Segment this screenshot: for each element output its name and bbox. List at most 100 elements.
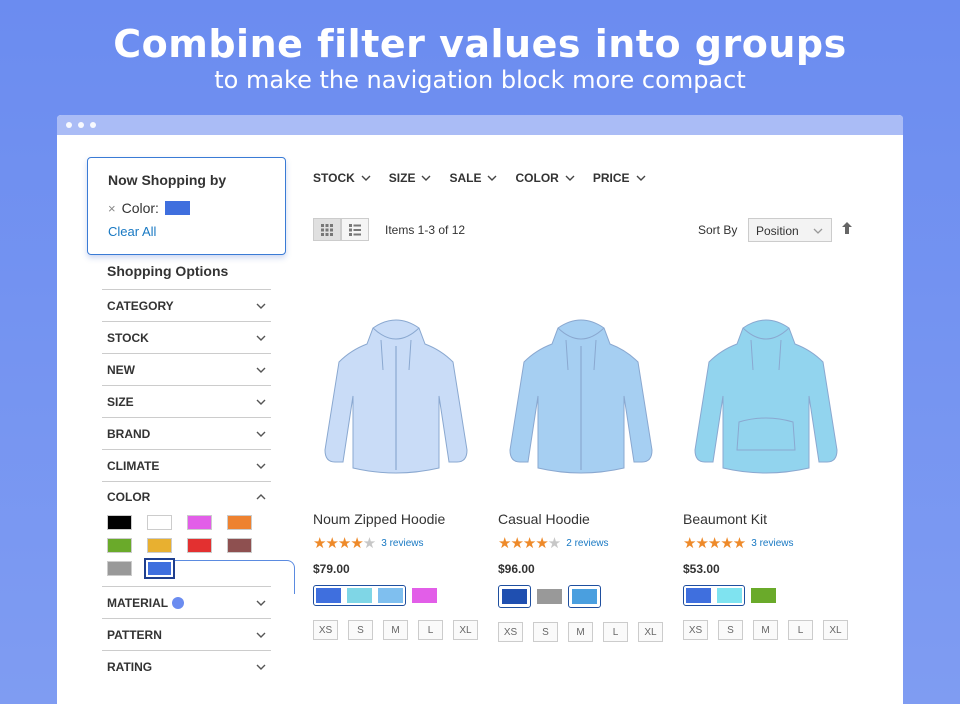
top-filter-size[interactable]: SIZE [389,171,432,185]
sidebar-filter-pattern[interactable]: PATTERN [102,618,271,650]
sidebar-filter-stock[interactable]: STOCK [102,321,271,353]
size-option[interactable]: XS [313,620,338,640]
size-option[interactable]: XS [683,620,708,640]
color-swatch[interactable] [378,588,403,603]
size-option[interactable]: S [718,620,743,640]
size-option[interactable]: S [348,620,373,640]
star-rating-icon: ★★★★★ [683,535,746,552]
swatch-group[interactable] [568,585,601,608]
top-filter-stock[interactable]: STOCK [313,171,371,185]
color-swatch[interactable] [144,558,175,579]
shopping-options-title: Shopping Options [107,263,229,279]
size-option[interactable]: L [603,622,628,642]
color-swatch[interactable] [147,538,172,553]
size-option[interactable]: L [418,620,443,640]
swatch-group[interactable] [313,585,406,606]
product-sizes: XS S M L XL [313,620,498,640]
chevron-down-icon [256,662,266,672]
color-swatch[interactable] [572,589,597,604]
color-swatch[interactable] [147,515,172,530]
color-swatch[interactable] [412,588,437,603]
color-swatch[interactable] [316,588,341,603]
product-price: $53.00 [683,562,720,576]
sidebar-filter-rating[interactable]: RATING [102,650,271,682]
size-option[interactable]: M [568,622,593,642]
chevron-down-icon [256,333,266,343]
color-swatch[interactable] [227,515,252,530]
top-filter-label: SALE [449,171,482,185]
sidebar-filter-brand[interactable]: BRAND [102,417,271,449]
sidebar-filter-new[interactable]: NEW [102,353,271,385]
sort-select-value: Position [756,224,799,238]
color-swatch[interactable] [187,538,212,553]
sidebar-filter-category[interactable]: CATEGORY [102,289,271,321]
product-name[interactable]: Noum Zipped Hoodie [313,511,498,527]
size-option[interactable]: M [383,620,408,640]
top-filter-sale[interactable]: SALE [449,171,497,185]
product-rating: ★★★★★ 3 reviews [683,534,868,552]
product-image[interactable] [683,295,848,495]
sort-direction-button[interactable] [841,221,853,240]
size-option[interactable]: XS [498,622,523,642]
active-filter-swatch [164,201,190,215]
top-filter-bar: STOCK SIZE SALE COLOR PRICE [313,171,646,185]
now-shopping-box: Now Shopping by × Color: Clear All [87,157,286,255]
clear-all-link[interactable]: Clear All [108,224,265,239]
sidebar-filter-label: SIZE [107,394,134,409]
color-swatch[interactable] [107,561,132,576]
color-swatch[interactable] [187,515,212,530]
product-image[interactable] [313,295,478,495]
chevron-up-icon [256,492,266,502]
reviews-link[interactable]: 2 reviews [566,538,608,549]
top-filter-price[interactable]: PRICE [593,171,646,185]
product-name[interactable]: Beaumont Kit [683,511,868,527]
top-filter-label: SIZE [388,171,416,185]
size-option[interactable]: XL [823,620,848,640]
product-price: $96.00 [498,562,535,576]
color-swatch[interactable] [686,588,711,603]
sidebar-filter-label: CATEGORY [107,298,174,313]
window-dot-icon [90,122,96,128]
product-card: Beaumont Kit ★★★★★ 3 reviews $53.00 XS S M L XL [683,295,868,642]
sort-select[interactable]: Position [748,218,832,242]
color-swatch[interactable] [537,589,562,604]
swatch-group[interactable] [683,585,745,606]
reviews-link[interactable]: 3 reviews [381,538,423,549]
top-filter-label: COLOR [515,171,559,185]
chevron-down-icon [256,429,266,439]
sidebar-filter-size[interactable]: SIZE [102,385,271,417]
size-option[interactable]: S [533,622,558,642]
chevron-down-icon [256,461,266,471]
reviews-link[interactable]: 3 reviews [751,538,793,549]
product-name[interactable]: Casual Hoodie [498,511,683,527]
grid-icon [321,223,333,236]
grid-view-button[interactable] [313,218,341,241]
size-option[interactable]: XL [638,622,663,642]
list-view-button[interactable] [341,218,369,241]
remove-filter-icon[interactable]: × [108,201,116,216]
info-icon[interactable] [172,596,185,609]
color-swatch[interactable] [107,538,132,553]
size-option[interactable]: M [753,620,778,640]
product-card: Casual Hoodie ★★★★★ 2 reviews $96.00 XS S M L XL [498,295,683,642]
color-swatch[interactable] [347,588,372,603]
color-swatch[interactable] [717,588,742,603]
sidebar-filter-label: COLOR [107,489,151,504]
size-option[interactable]: L [788,620,813,640]
sidebar-filter-color[interactable]: COLOR [102,481,271,511]
color-swatch[interactable] [502,589,527,604]
product-image[interactable] [498,295,663,495]
product-price: $79.00 [313,562,350,576]
product-sizes: XS S M L XL [683,620,868,640]
now-shopping-title: Now Shopping by [108,172,227,188]
view-mode [313,218,369,241]
size-option[interactable]: XL [453,620,478,640]
product-sizes: XS S M L XL [498,622,683,642]
color-swatch[interactable] [107,515,132,530]
sidebar-filter-label: MATERIAL [107,595,169,610]
top-filter-color[interactable]: COLOR [515,171,575,185]
color-swatch[interactable] [227,538,252,553]
swatch-group[interactable] [498,585,531,608]
color-swatch[interactable] [751,588,776,603]
sidebar-filter-climate[interactable]: CLIMATE [102,449,271,481]
